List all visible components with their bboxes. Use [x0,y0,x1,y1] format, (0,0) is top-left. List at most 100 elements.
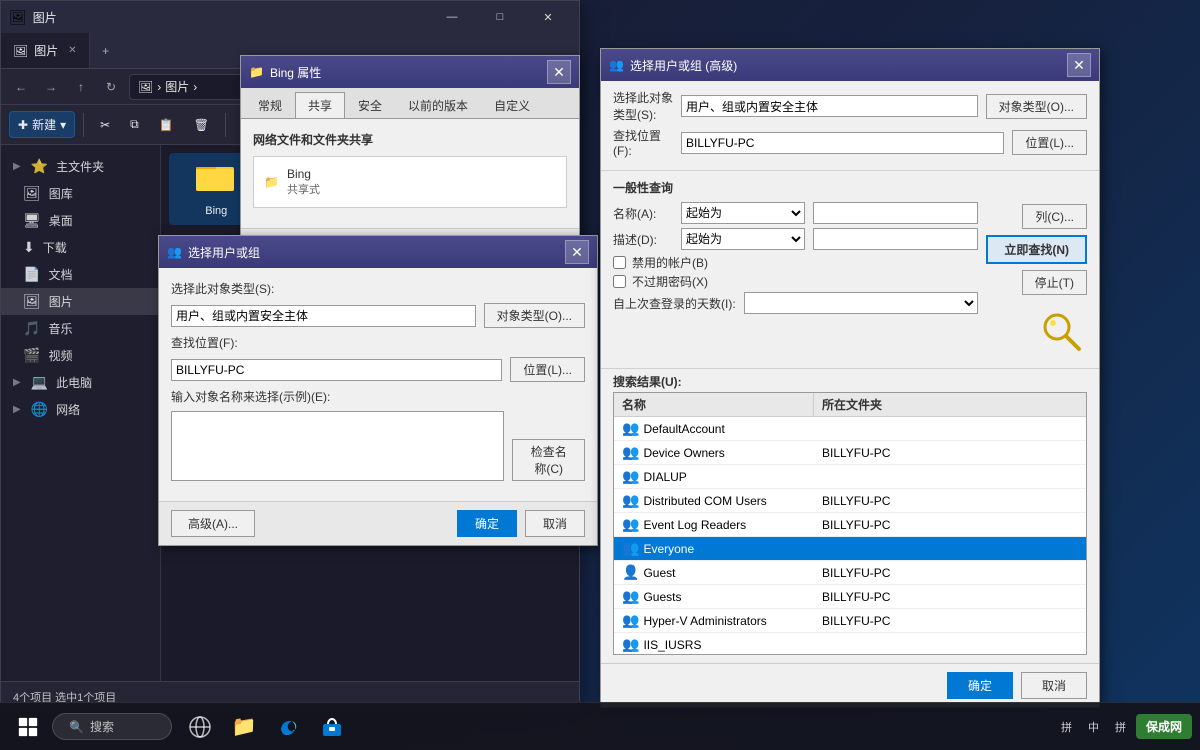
taskbar-app-store[interactable] [312,707,352,747]
sidebar-item-music[interactable]: 🎵 音乐 [1,315,160,342]
object-type-button[interactable]: 对象类型(O)... [484,303,585,328]
tab-previous[interactable]: 以前的版本 [395,92,481,118]
sidebar-item-downloads[interactable]: ⬇ 下载 [1,234,160,261]
sharing-box: 📁 Bing 共享式 [253,156,567,208]
result-row-defaultaccount[interactable]: 👥 DefaultAccount [614,417,1086,441]
up-button[interactable]: ↑ [69,75,93,99]
adv-location-btn[interactable]: 位置(L)... [1012,130,1087,155]
advanced-button[interactable]: 高级(A)... [171,510,255,537]
sidebar-item-computer[interactable]: ▶ 💻 此电脑 [1,369,160,396]
result-row-guest[interactable]: 👤 Guest BILLYFU-PC [614,561,1086,585]
select-user-ok[interactable]: 确定 [457,510,517,537]
sidebar-item-documents[interactable]: 📄 文档 [1,261,160,288]
select-user-cancel[interactable]: 取消 [525,510,585,537]
close-button[interactable]: ✕ [525,1,571,33]
forward-button[interactable]: → [39,75,63,99]
new-icon: ✚ [18,118,28,132]
refresh-button[interactable]: ↻ [99,75,123,99]
explorer-tab[interactable]: 🖼 图片 ✕ [1,33,90,68]
taskbar-lang[interactable]: 拼 [1055,717,1078,737]
result-name-0: DefaultAccount [643,422,724,436]
adv-general-query-title: 一般性查询 [613,179,1087,196]
check-names-button[interactable]: 检查名称(C) [512,439,585,481]
adv-days-row: 自上次查登录的天数(I): [613,292,978,314]
start-button[interactable] [8,707,48,747]
object-type-row: 选择此对象类型(S): [171,280,585,297]
adv-ok-button[interactable]: 确定 [947,672,1013,699]
result-row-iis[interactable]: 👥 IIS_IUSRS [614,633,1086,655]
sidebar-label-documents: 文档 [48,266,72,283]
stop-search-button[interactable]: 停止(T) [1022,270,1087,295]
result-row-guests[interactable]: 👥 Guests BILLYFU-PC [614,585,1086,609]
taskbar-app-globe[interactable] [180,707,220,747]
paste-button[interactable]: 📋 [151,114,182,136]
tab-general[interactable]: 常规 [245,92,295,118]
sidebar-item-videos[interactable]: 🎬 视频 [1,342,160,369]
no-expiry-checkbox[interactable] [613,275,626,288]
disabled-label: 禁用的帐户(B) [632,254,708,271]
advanced-dialog-close[interactable]: ✕ [1067,53,1091,77]
result-row-everyone[interactable]: 👥 Everyone [614,537,1086,561]
window-controls: — □ ✕ [429,1,571,33]
result-row-hyperv[interactable]: 👥 Hyper-V Administrators BILLYFU-PC [614,609,1086,633]
sidebar-item-gallery[interactable]: 🖼 图库 [1,180,160,207]
adv-name-condition[interactable]: 起始为 [681,202,805,224]
sidebar-item-desktop[interactable]: 🖥 桌面 [1,207,160,234]
result-row-distributed-com[interactable]: 👥 Distributed COM Users BILLYFU-PC [614,489,1086,513]
adv-name-input[interactable] [813,202,978,224]
adv-days-select[interactable] [744,292,979,314]
group-icon-5: 👥 [622,540,639,557]
taskbar-search-box[interactable]: 🔍 搜索 [52,713,172,740]
new-button[interactable]: ✚ 新建 ▾ [9,111,75,138]
search-icon: 🔍 [69,720,84,734]
result-cell-name-5: 👥 Everyone [614,537,814,560]
sidebar-item-pictures[interactable]: 🖼 图片 [1,288,160,315]
new-tab-button[interactable]: + [90,33,122,68]
sidebar-item-main[interactable]: ▶ ⭐ 主文件夹 [1,153,160,180]
cut-icon: ✂ [100,118,110,132]
adv-object-btn[interactable]: 对象类型(O)... [986,94,1087,119]
maximize-button[interactable]: □ [477,1,523,33]
tab-sharing[interactable]: 共享 [295,92,345,118]
tab-custom[interactable]: 自定义 [481,92,543,118]
sidebar-item-network[interactable]: ▶ 🌐 网络 [1,396,160,423]
tab-close-icon[interactable]: ✕ [68,45,76,56]
select-user-close[interactable]: ✕ [565,240,589,264]
address-path: › [157,80,161,94]
back-button[interactable]: ← [9,75,33,99]
tab-security[interactable]: 安全 [345,92,395,118]
name-textarea[interactable] [171,411,504,481]
adv-object-value: 用户、组或内置安全主体 [686,98,818,115]
search-now-button[interactable]: 立即查找(N) [986,235,1087,264]
results-table-header: 名称 所在文件夹 [614,393,1086,417]
group-icon-0: 👥 [622,420,639,437]
adv-location-input: BILLYFU-PC [681,132,1004,154]
taskbar-app-folder[interactable]: 📁 [224,707,264,747]
sharing-info: Bing 共享式 [287,167,320,197]
globe-icon [188,715,212,739]
bing-props-close[interactable]: ✕ [547,60,571,84]
minimize-button[interactable]: — [429,1,475,33]
adv-cancel-button[interactable]: 取消 [1021,672,1087,699]
location-label: 查找位置(F): [171,334,238,351]
desktop-icon: 🖥 [23,212,41,229]
result-row-eventlog[interactable]: 👥 Event Log Readers BILLYFU-PC [614,513,1086,537]
cut-button[interactable]: ✂ [92,114,118,136]
result-row-deviceowners[interactable]: 👥 Device Owners BILLYFU-PC [614,441,1086,465]
explorer-titlebar: 🖼 图片 — □ ✕ [1,1,579,33]
location-button[interactable]: 位置(L)... [510,357,585,382]
disabled-account-checkbox[interactable] [613,256,626,269]
copy-button[interactable]: ⧉ [122,113,147,136]
adv-desc-condition[interactable]: 起始为 [681,228,805,250]
sharing-folder-icon: 📁 [264,175,279,189]
taskbar-arrange[interactable]: 拼 [1109,717,1132,737]
result-row-dialup[interactable]: 👥 DIALUP [614,465,1086,489]
result-cell-folder-0 [814,426,1086,432]
list-columns-button[interactable]: 列(C)... [1022,204,1087,229]
delete-button[interactable]: 🗑 [186,114,217,136]
taskbar-ime[interactable]: 中 [1082,717,1105,737]
documents-icon: 📄 [23,266,40,283]
object-type-value-row: 用户、组或内置安全主体 对象类型(O)... [171,303,585,328]
adv-desc-input[interactable] [813,228,978,250]
taskbar-app-edge[interactable] [268,707,308,747]
